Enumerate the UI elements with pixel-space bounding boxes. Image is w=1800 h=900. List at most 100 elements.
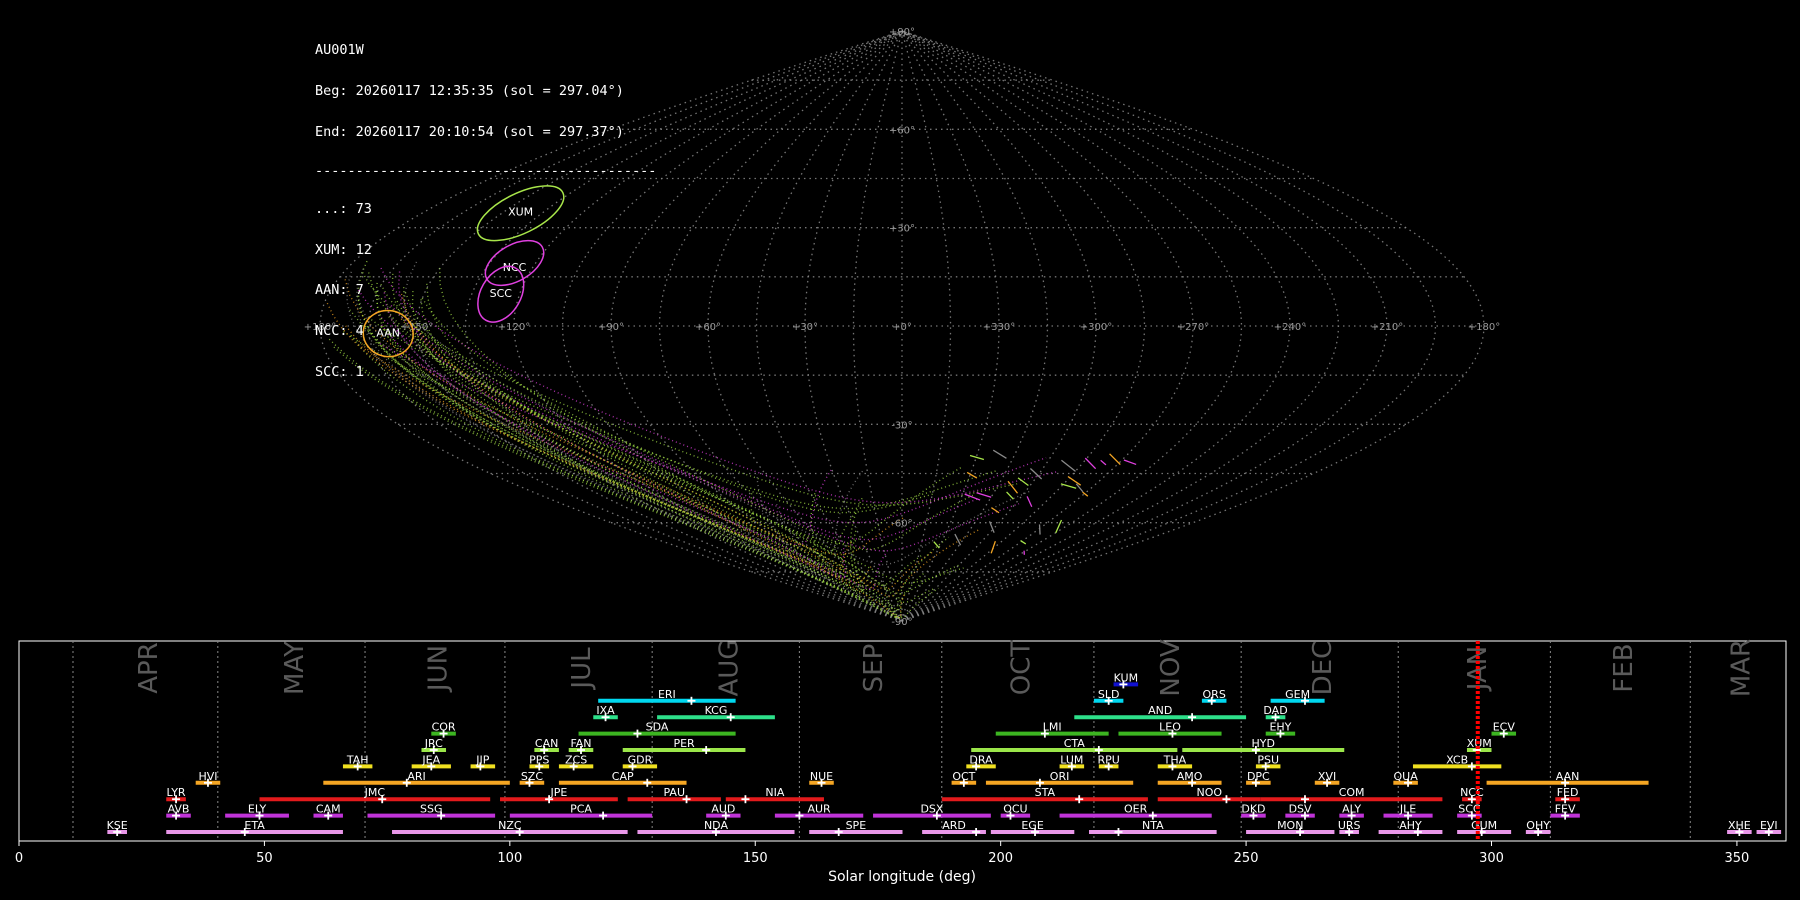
shower-label-rpu: RPU <box>1097 753 1119 766</box>
shower-label-spe: SPE <box>846 819 867 832</box>
shower-label-gum: GUM <box>1471 819 1497 832</box>
shower-label-per: PER <box>673 737 695 750</box>
meteor-segment <box>976 492 992 498</box>
shower-label-eri: ERI <box>658 688 676 701</box>
x-tick-label: 100 <box>497 851 522 866</box>
shower-label-com: COM <box>1339 786 1365 799</box>
shower-label-noo: NOO <box>1196 786 1222 799</box>
month-label: NOV <box>1156 639 1186 696</box>
shower-label-ahy: AHY <box>1399 819 1422 832</box>
meteor-segment <box>1061 459 1076 472</box>
meteor-segment <box>1123 459 1137 466</box>
shower-label-can: CAN <box>535 737 558 750</box>
meteor-segment <box>1017 477 1029 487</box>
count-unassigned: ...: 73 <box>315 200 372 217</box>
shower-label-cta: CTA <box>1064 737 1086 750</box>
x-tick-label: 250 <box>1234 851 1259 866</box>
lon-label: +240° <box>1274 322 1306 333</box>
shower-label-and: AND <box>1148 704 1172 717</box>
month-label: SEP <box>859 644 889 693</box>
month-label: MAY <box>280 641 310 695</box>
month-label: JUN <box>423 645 453 693</box>
shower-label-ari: ARI <box>407 770 425 783</box>
shower-label-ors: ORS <box>1203 688 1226 701</box>
shower-label-jea: JEA <box>421 753 440 766</box>
shower-label-xcb: XCB <box>1446 753 1468 766</box>
lat-label: -30° <box>891 420 912 431</box>
shower-label-sld: SLD <box>1098 688 1120 701</box>
x-axis: 0 50 100 150 200 250 300 350 <box>15 841 1749 866</box>
shower-label-oct: OCT <box>952 770 975 783</box>
shower-label-tha: THA <box>1163 753 1187 766</box>
shower-label-nzc: NZC <box>498 819 522 832</box>
shower-label-szc: SZC <box>521 770 544 783</box>
shower-label-hyd: HYD <box>1252 737 1275 750</box>
x-axis-label: Solar longitude (deg) <box>828 869 976 885</box>
lat-label: +90° <box>889 27 915 38</box>
shower-label-dpc: DPC <box>1247 770 1270 783</box>
meteor-segment <box>992 449 1007 459</box>
lat-label: +30° <box>889 224 915 235</box>
shower-label-lmi: LMI <box>1043 721 1062 734</box>
shower-label-fan: FAN <box>570 737 591 750</box>
shower-label-xhe: XHE <box>1728 819 1751 832</box>
shower-label-ecv: ECV <box>1493 721 1516 734</box>
shower-label-jpe: JPE <box>550 786 568 799</box>
shower-label-fev: FEV <box>1555 803 1576 816</box>
count-ncc: NCC: 4 <box>315 323 364 340</box>
x-tick-label: 50 <box>256 851 273 866</box>
shower-label-nda: NDA <box>704 819 729 832</box>
meteor-segment <box>990 541 996 554</box>
meteor-segment <box>1038 524 1041 535</box>
shower-label-jip: JIP <box>475 753 489 766</box>
shower-label-ixa: IXA <box>596 704 615 717</box>
lon-label: +180° <box>1468 322 1500 333</box>
shower-label-dkd: DKD <box>1241 803 1265 816</box>
meteor-segment <box>991 507 1000 514</box>
meteor-segment <box>1100 459 1107 466</box>
month-label: DEC <box>1308 641 1338 696</box>
shower-label-hvi: HVI <box>198 770 217 783</box>
shower-label-pca: PCA <box>570 803 592 816</box>
shower-label-dra: DRA <box>969 753 993 766</box>
count-aan: AAN: 7 <box>315 282 364 299</box>
month-label: OCT <box>1006 641 1036 696</box>
shower-label-ssg: SSG <box>420 803 443 816</box>
shower-label-jle: JLE <box>1399 803 1416 816</box>
x-tick-label: 350 <box>1725 851 1750 866</box>
month-label: MAR <box>1727 639 1757 697</box>
shower-label-gem: GEM <box>1285 688 1310 701</box>
meteor-segment <box>1026 496 1033 508</box>
shower-label-aud: AUD <box>711 803 735 816</box>
x-tick-label: 200 <box>988 851 1013 866</box>
shower-label-dsx: DSX <box>920 803 943 816</box>
shower-label-nia: NIA <box>765 786 784 799</box>
shower-label-ori: ORI <box>1050 770 1070 783</box>
shower-label-jmc: JMC <box>364 786 386 799</box>
month-label: FEB <box>1609 643 1639 692</box>
shower-label-cor: COR <box>432 721 456 734</box>
shower-label-kse: KSE <box>107 819 128 832</box>
shower-label-oer: OER <box>1124 803 1148 816</box>
lon-label: +270° <box>1177 322 1209 333</box>
month-label: AUG <box>714 640 744 697</box>
lon-label: +30° <box>792 322 818 333</box>
lon-label: +60° <box>695 322 721 333</box>
shower-label-ocu: OCU <box>1003 803 1027 816</box>
meteor-segment <box>1060 483 1077 489</box>
shower-label-sta: STA <box>1035 786 1056 799</box>
shower-label-aur: AUR <box>807 803 831 816</box>
x-tick-label: 150 <box>743 851 768 866</box>
lon-label: +330° <box>983 322 1015 333</box>
shower-label-evi: EVI <box>1760 819 1778 832</box>
lon-label: +0° <box>892 322 912 333</box>
meteor-segment <box>1006 491 1014 500</box>
x-tick-label: 300 <box>1479 851 1504 866</box>
shower-label-kum: KUM <box>1114 671 1138 684</box>
shower-label-lyr: LYR <box>167 786 186 799</box>
shower-label-qua: QUA <box>1393 770 1418 783</box>
shower-label-amo: AMO <box>1177 770 1203 783</box>
begin-time: Beg: 20260117 12:35:35 (sol = 297.04°) <box>315 82 624 99</box>
shower-label-dad: DAD <box>1263 704 1287 717</box>
shower-label-gdr: GDR <box>628 753 653 766</box>
